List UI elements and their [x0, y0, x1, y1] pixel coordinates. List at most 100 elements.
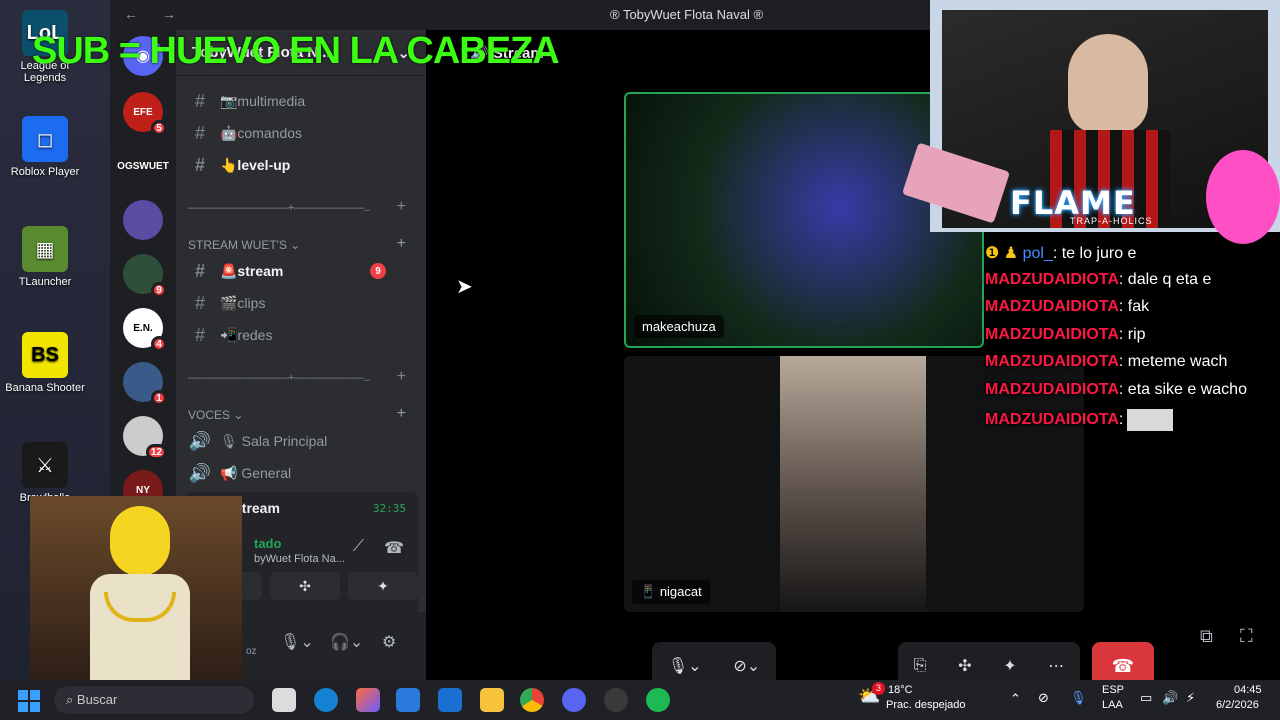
volume-icon[interactable]: 🔊	[1162, 690, 1178, 706]
activities-button[interactable]: ✣	[270, 572, 340, 600]
keyboard-layout: LAA	[1102, 699, 1123, 711]
screen-share-icon[interactable]: ⎘	[914, 657, 927, 675]
soundboard-icon[interactable]: ✦	[1003, 656, 1016, 676]
chat-username: MADZUDAIDIOTA	[985, 325, 1119, 343]
chat-text: : meteme wach	[1118, 353, 1228, 371]
battery-icon[interactable]: ⚡	[1186, 690, 1195, 706]
chat-message: MADZUDAIDIOTA:	[985, 408, 1280, 437]
category-stream[interactable]: STREAM WUET'S ⌄ +	[188, 235, 418, 253]
chat-text: : rip	[1118, 325, 1146, 343]
voice-timer: 32:35	[372, 502, 406, 515]
server-icon[interactable]: 9	[123, 254, 167, 298]
category-voice[interactable]: VOCES ⌄ +	[188, 405, 418, 423]
noise-suppression-icon[interactable]: ⟋	[353, 538, 364, 556]
text-channel[interactable]: # 📲redes	[188, 320, 418, 350]
voice-status: tado	[254, 536, 282, 551]
channel-label: 🚨stream	[220, 262, 284, 279]
task-view-icon[interactable]	[272, 688, 296, 712]
chat-message: MADZUDAIDIOTA: dale q eta e	[985, 271, 1280, 299]
text-channel[interactable]: # 🚨stream 9	[188, 256, 418, 286]
store-icon[interactable]	[396, 688, 420, 712]
chat-username: MADZUDAIDIOTA	[985, 380, 1119, 398]
text-channel[interactable]: # 👆level-up	[188, 150, 418, 180]
language-indicator[interactable]: ESP	[1102, 684, 1124, 696]
chrome-icon[interactable]	[520, 688, 544, 712]
add-channel-icon[interactable]: +	[397, 405, 406, 423]
desktop-icon[interactable]: ⚔Brawlhalla	[2, 442, 88, 504]
edge-icon[interactable]	[314, 688, 338, 712]
channel-label: 🎬clips	[220, 294, 266, 311]
server-icon[interactable]	[123, 200, 163, 240]
server-icon[interactable]: 12	[123, 416, 167, 460]
server-icon[interactable]: E.N. 4	[123, 308, 167, 352]
channel-label: 📢 General	[220, 464, 292, 481]
server-abbr: EFE	[133, 106, 153, 118]
microphone-icon[interactable]: 🎙⌄	[280, 632, 314, 652]
activities-icon[interactable]: ✣	[958, 656, 971, 676]
chat-text: : dale q eta e	[1118, 270, 1212, 288]
weather-desc: Prac. despejado	[886, 699, 966, 711]
server-icon[interactable]: 1	[123, 362, 167, 406]
app-icon: ◻	[22, 116, 68, 162]
flame-logo-sub: TRAP-A-HOLICS	[1070, 216, 1153, 226]
settings-gear-icon[interactable]: ⚙	[382, 632, 396, 652]
weather-badge: 3	[872, 682, 885, 695]
nav-arrows[interactable]: ← →	[124, 6, 186, 22]
channel-label: 🤖comandos	[220, 124, 303, 141]
channel-label: 📷multimedia	[220, 92, 306, 109]
app-icon: ⚔	[22, 442, 68, 488]
display-icon[interactable]: ▭	[1140, 690, 1152, 706]
hash-icon: #	[194, 292, 205, 313]
channel-label: 🎙 Sala Principal	[220, 432, 328, 449]
server-icon[interactable]: OGSWUET	[117, 146, 169, 186]
copilot-icon[interactable]	[356, 688, 380, 712]
server-icon[interactable]: EFE 5	[123, 92, 167, 136]
obs-icon[interactable]	[604, 688, 628, 712]
unread-count: 9	[370, 263, 386, 279]
desktop-icon-label: Roblox Player	[10, 166, 80, 178]
desktop-icon[interactable]: BS Banana Shooter	[2, 332, 88, 394]
fullscreen-icon[interactable]: ⛶	[1240, 626, 1253, 647]
outlook-icon[interactable]	[438, 688, 462, 712]
hash-icon: #	[194, 154, 205, 175]
headphones-icon[interactable]: 🎧⌄	[330, 632, 363, 652]
spotify-icon[interactable]	[646, 688, 670, 712]
network-icon[interactable]: ⊘	[1038, 690, 1049, 706]
microphone-icon[interactable]: 🎙⌄	[668, 656, 702, 676]
desktop-icon[interactable]: ◻ Roblox Player	[2, 116, 88, 178]
chat-username: MADZUDAIDIOTA	[985, 298, 1119, 316]
chat-message: MADZUDAIDIOTA: meteme wach	[985, 353, 1280, 381]
chat-text: : eta sike e wacho	[1118, 380, 1247, 398]
speaker-icon: 🔊	[188, 462, 212, 483]
soundboard-button[interactable]: ✦	[348, 572, 418, 600]
overlay-title: SUB = HUEVO EN LA CABEZA	[32, 30, 560, 72]
voice-channel[interactable]: 🔊 📢 General	[188, 458, 418, 488]
mention-badge: 12	[145, 444, 167, 460]
add-channel-icon[interactable]: +	[397, 235, 406, 253]
text-channel[interactable]: # 🤖comandos	[188, 118, 418, 148]
windows-start-icon[interactable]	[18, 690, 40, 712]
file-explorer-icon[interactable]	[480, 688, 504, 712]
taskbar-search[interactable]: ⌕ Buscar	[54, 686, 254, 714]
text-channel[interactable]: # 📷multimedia	[188, 86, 418, 116]
chat-username: MADZUDAIDIOTA	[985, 353, 1119, 371]
app-icon: ▦	[22, 226, 68, 272]
stream-chat: ❶ ♟ pol_: te lo juro e MADZUDAIDIOTA: dal…	[985, 243, 1280, 436]
more-options-icon[interactable]: ⋯	[1048, 656, 1064, 676]
chat-username: MADZUDAIDIOTA	[985, 270, 1119, 288]
discord-icon[interactable]	[562, 688, 586, 712]
speaker-icon: 🔊	[188, 430, 212, 451]
tray-overflow-icon[interactable]: ⌃	[1010, 691, 1021, 707]
pop-out-icon[interactable]: ⧉	[1200, 626, 1213, 647]
window-title: ® TobyWuet Flota Naval ®	[610, 7, 764, 22]
chat-message: MADZUDAIDIOTA: fak	[985, 298, 1280, 326]
text-channel[interactable]: # 🎬clips	[188, 288, 418, 318]
disconnect-icon[interactable]: ☎	[384, 538, 404, 558]
camera-off-icon[interactable]: ⊘⌄	[733, 656, 760, 676]
voice-channel[interactable]: 🔊 🎙 Sala Principal	[188, 426, 418, 456]
video-feed	[780, 356, 926, 612]
chat-message: MADZUDAIDIOTA: rip	[985, 326, 1280, 354]
clock-time[interactable]: 04:45	[1234, 684, 1262, 696]
desktop-icon[interactable]: ▦ TLauncher	[2, 226, 88, 288]
microphone-tray-icon[interactable]: 🎙	[1070, 690, 1087, 706]
